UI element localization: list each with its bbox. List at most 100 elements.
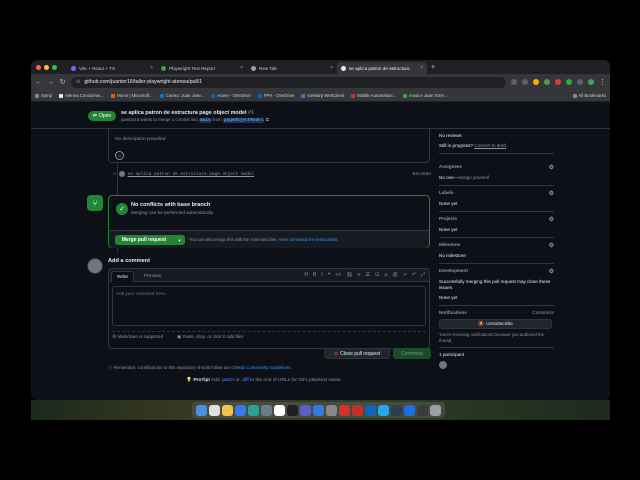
close-pull-request-button[interactable]: ⊘ Close pull request bbox=[324, 348, 390, 359]
mention-icon[interactable]: @ bbox=[393, 272, 398, 278]
close-window-button[interactable] bbox=[36, 64, 41, 70]
bookmark-item[interactable]: Invoice Juan Torre... bbox=[403, 93, 448, 98]
commit-message[interactable]: se aplica patron de estructura page obje… bbox=[128, 172, 410, 177]
bullet-list-icon[interactable]: ☰ bbox=[366, 272, 370, 278]
diff-link[interactable]: .diff bbox=[241, 378, 249, 383]
app-icon[interactable] bbox=[391, 404, 402, 416]
extension-icon[interactable] bbox=[544, 79, 550, 85]
address-bar[interactable]: ⊙ github.com/juantor16/taller-playwright… bbox=[71, 76, 506, 88]
assign-yourself-link[interactable]: assign yourself bbox=[458, 175, 489, 180]
customize-link[interactable]: Customize bbox=[532, 310, 554, 315]
add-reaction-icon[interactable]: ☺ bbox=[115, 151, 124, 160]
head-branch[interactable]: pageObjectModel bbox=[222, 118, 265, 123]
bookmark-star-icon[interactable] bbox=[522, 79, 528, 85]
site-info-icon[interactable]: ⊙ bbox=[76, 79, 80, 85]
avatar[interactable] bbox=[87, 258, 103, 274]
quote-icon[interactable]: ❝ bbox=[328, 272, 331, 278]
comment-button[interactable]: Comment bbox=[393, 348, 431, 359]
bookmark-item[interactable]: Middle Automation... bbox=[351, 93, 396, 98]
commit-sha[interactable]: 94ce52e bbox=[413, 172, 431, 177]
launchpad-icon[interactable] bbox=[209, 404, 220, 416]
back-icon[interactable]: ← bbox=[35, 79, 42, 86]
bookmark-item[interactable]: Home | Microsoft... bbox=[110, 93, 153, 98]
tab-preview[interactable]: Preview bbox=[139, 271, 166, 282]
avatar[interactable] bbox=[118, 171, 125, 177]
extensions-puzzle-icon[interactable] bbox=[577, 79, 583, 85]
avatar[interactable] bbox=[439, 361, 447, 369]
task-list-icon[interactable]: ☑ bbox=[375, 272, 379, 278]
app-icon[interactable] bbox=[404, 404, 415, 416]
bookmark-item[interactable]: Atenea Conocimie... bbox=[58, 93, 104, 98]
guidelines-link[interactable]: GitHub Community Guidelines bbox=[231, 365, 290, 370]
merge-pull-request-button[interactable]: Merge pull request ▼ bbox=[115, 235, 185, 245]
app-icon[interactable] bbox=[365, 404, 376, 416]
bookmark-item[interactable]: Symp bbox=[35, 93, 52, 98]
maximize-window-button[interactable] bbox=[52, 64, 57, 70]
all-bookmarks[interactable]: All Bookmarks bbox=[572, 93, 606, 98]
bold-icon[interactable]: B bbox=[313, 272, 316, 278]
app-icon[interactable] bbox=[248, 404, 259, 416]
gear-icon[interactable]: ⚙ bbox=[549, 242, 554, 249]
cast-icon[interactable] bbox=[511, 79, 517, 85]
link-icon[interactable]: ⛓ bbox=[346, 272, 352, 278]
gear-icon[interactable]: ⚙ bbox=[549, 216, 554, 223]
unsubscribe-button[interactable]: 🔕 Unsubscribe bbox=[439, 319, 552, 329]
command-line-link[interactable]: View command line instructions. bbox=[279, 237, 339, 242]
finder-icon[interactable] bbox=[196, 404, 207, 416]
tab-playwright-report[interactable]: Playwright Test Report × bbox=[157, 62, 247, 74]
numbered-list-icon[interactable]: ≡ bbox=[358, 272, 361, 278]
app-icon[interactable] bbox=[261, 404, 272, 416]
bookmark-item[interactable]: Home - OneDrive bbox=[211, 93, 251, 98]
bookmark-item[interactable]: Correo: Juan Jose... bbox=[159, 93, 204, 98]
bookmark-item[interactable]: FPH - OneDrive bbox=[257, 93, 294, 98]
tab-pull-request[interactable]: se aplica patron de estructura × bbox=[337, 62, 427, 74]
gear-icon[interactable]: ⚙ bbox=[549, 164, 554, 171]
attach-icon[interactable]: ⌀ bbox=[384, 272, 387, 278]
tab-vite[interactable]: Vite + React + TS × bbox=[67, 62, 157, 74]
extension-icon[interactable] bbox=[533, 79, 539, 85]
heading-icon[interactable]: H bbox=[304, 272, 308, 278]
close-tab-icon[interactable]: × bbox=[330, 65, 333, 71]
app-icon[interactable] bbox=[417, 404, 428, 416]
extension-icon[interactable] bbox=[555, 79, 561, 85]
new-tab-button[interactable]: + bbox=[427, 64, 439, 71]
chrome-icon[interactable] bbox=[222, 404, 233, 416]
markdown-note[interactable]: Ⓜ Markdown is supported bbox=[112, 334, 163, 340]
expand-icon[interactable]: ⤢ bbox=[421, 272, 425, 278]
settings-icon[interactable] bbox=[326, 404, 337, 416]
close-tab-icon[interactable]: × bbox=[240, 65, 243, 71]
app-icon[interactable] bbox=[274, 404, 285, 416]
base-branch[interactable]: main bbox=[199, 118, 212, 123]
convert-to-draft-link[interactable]: Convert to draft bbox=[474, 143, 506, 148]
chatgpt-icon[interactable] bbox=[287, 404, 298, 416]
tab-new-tab[interactable]: New Tab × bbox=[247, 62, 337, 74]
trash-icon[interactable] bbox=[430, 404, 441, 416]
attach-files[interactable]: ▣ Paste, drop, or click to add files bbox=[177, 334, 243, 340]
vscode-icon[interactable] bbox=[378, 404, 389, 416]
bookmark-item[interactable]: IceWarp WebClient bbox=[301, 93, 344, 98]
safari-icon[interactable] bbox=[235, 404, 246, 416]
close-tab-icon[interactable]: × bbox=[420, 65, 423, 71]
chevron-down-icon[interactable]: ▼ bbox=[173, 237, 185, 243]
forward-icon[interactable]: → bbox=[47, 79, 54, 86]
app-icon[interactable] bbox=[313, 404, 324, 416]
gear-icon[interactable]: ⚙ bbox=[549, 190, 554, 197]
teams-icon[interactable] bbox=[300, 404, 311, 416]
comment-textarea[interactable]: Add your comment here... bbox=[112, 286, 426, 326]
gear-icon[interactable]: ⚙ bbox=[549, 268, 554, 275]
copy-icon[interactable]: ⧉ bbox=[266, 117, 269, 122]
code-icon[interactable]: <> bbox=[335, 272, 341, 278]
minimize-window-button[interactable] bbox=[44, 64, 49, 70]
italic-icon[interactable]: I bbox=[321, 272, 322, 278]
extension-icon[interactable] bbox=[566, 79, 572, 85]
menu-icon[interactable]: ⋮ bbox=[599, 78, 606, 86]
reference-icon[interactable]: ↗ bbox=[403, 272, 407, 278]
close-tab-icon[interactable]: × bbox=[150, 65, 153, 71]
app-icon[interactable] bbox=[339, 404, 350, 416]
tab-write[interactable]: Write bbox=[111, 271, 135, 282]
profile-avatar[interactable] bbox=[588, 79, 594, 85]
undo-icon[interactable]: ↶ bbox=[412, 272, 416, 278]
app-icon[interactable] bbox=[352, 404, 363, 416]
patch-link[interactable]: .patch bbox=[221, 378, 234, 383]
reload-icon[interactable]: ↻ bbox=[59, 78, 66, 86]
